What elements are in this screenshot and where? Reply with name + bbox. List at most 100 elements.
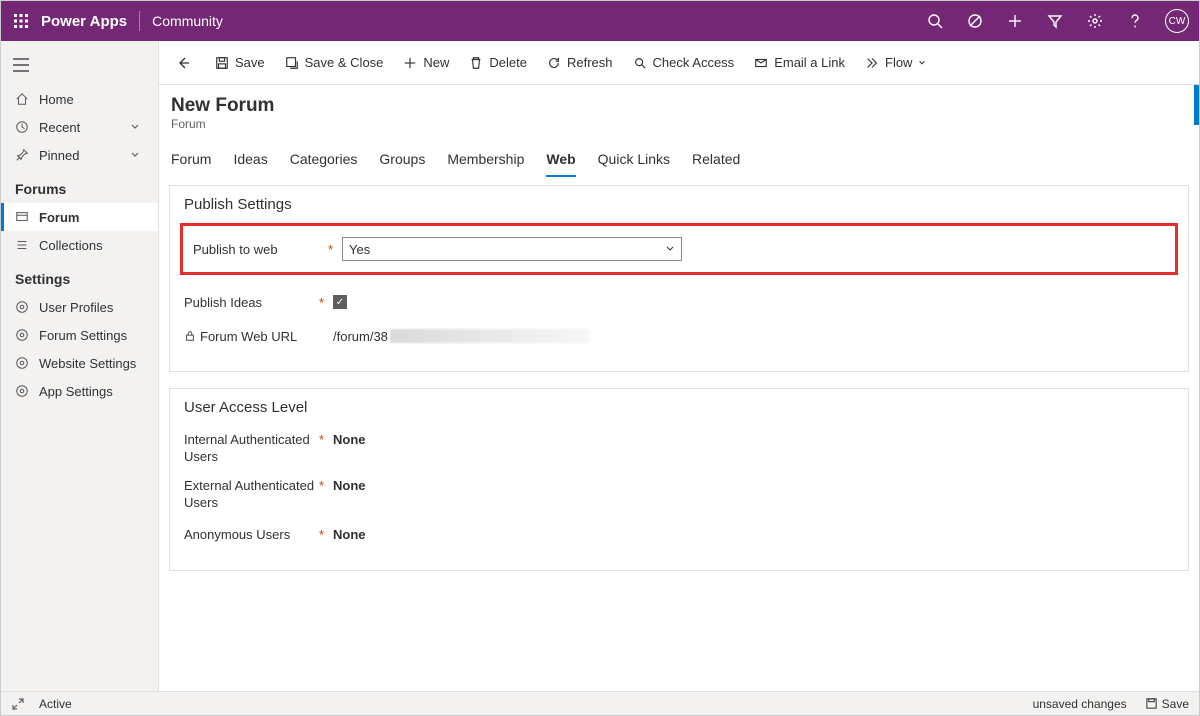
sidebar-item-label: Website Settings	[39, 356, 136, 371]
status-bar: Active unsaved changes Save	[1, 691, 1199, 715]
check-access-button[interactable]: Check Access	[623, 47, 745, 79]
required-marker: *	[319, 432, 333, 447]
cmd-label: Delete	[489, 55, 527, 70]
trash-icon	[469, 56, 483, 70]
chevron-down-icon	[665, 244, 675, 254]
tab-web[interactable]: Web	[546, 143, 575, 177]
gear-icon	[15, 384, 29, 398]
plus-icon	[403, 56, 417, 70]
user-avatar[interactable]: CW	[1165, 9, 1189, 33]
publish-ideas-label: Publish Ideas	[184, 295, 319, 310]
scrollbar-thumb[interactable]	[1194, 85, 1199, 125]
sidebar-item-app-settings[interactable]: App Settings	[1, 377, 158, 405]
sidebar-home[interactable]: Home	[1, 85, 158, 113]
forum-icon	[15, 210, 29, 224]
email-link-button[interactable]: Email a Link	[744, 47, 855, 79]
internal-users-label: Internal Authenticated Users	[184, 432, 319, 466]
sidebar-item-collections[interactable]: Collections	[1, 231, 158, 259]
list-icon	[15, 238, 29, 252]
refresh-button[interactable]: Refresh	[537, 47, 623, 79]
target-icon[interactable]	[955, 1, 995, 41]
pin-icon	[15, 148, 29, 162]
footer-save-button[interactable]: Save	[1145, 697, 1189, 711]
sidebar: Home Recent Pinned Forums Forum Collecti…	[1, 41, 159, 691]
required-marker: *	[328, 242, 342, 257]
app-header: Power Apps Community CW	[1, 1, 1199, 41]
save-button[interactable]: Save	[205, 47, 275, 79]
help-icon[interactable]	[1115, 1, 1155, 41]
refresh-icon	[547, 56, 561, 70]
sidebar-section-forums: Forums	[1, 169, 158, 203]
anonymous-users-value[interactable]: None	[333, 527, 366, 542]
sidebar-section-settings: Settings	[1, 259, 158, 293]
url-redacted	[390, 329, 590, 343]
back-button[interactable]	[167, 47, 199, 79]
mail-icon	[754, 56, 768, 70]
tab-categories[interactable]: Categories	[290, 143, 358, 177]
tab-forum[interactable]: Forum	[171, 143, 211, 177]
footer-status: Active	[39, 697, 72, 711]
app-launcher-icon[interactable]	[1, 1, 41, 41]
section-title: User Access Level	[170, 399, 1188, 426]
sidebar-item-forum[interactable]: Forum	[1, 203, 158, 231]
sidebar-item-label: Forum	[39, 210, 79, 225]
entity-name: Forum	[171, 117, 1187, 131]
command-bar: Save Save & Close New Delete Refresh	[159, 41, 1199, 85]
tab-quick-links[interactable]: Quick Links	[598, 143, 670, 177]
delete-button[interactable]: Delete	[459, 47, 537, 79]
sidebar-recent-label: Recent	[39, 120, 80, 135]
person-search-icon	[633, 56, 647, 70]
expand-icon[interactable]	[11, 697, 25, 711]
tab-groups[interactable]: Groups	[379, 143, 425, 177]
new-button[interactable]: New	[393, 47, 459, 79]
app-title: Power Apps	[41, 13, 139, 30]
external-users-label: External Authenticated Users	[184, 478, 319, 512]
forum-web-url-value: /forum/38	[333, 329, 388, 344]
content-area: Save Save & Close New Delete Refresh	[159, 41, 1199, 691]
hamburger-icon[interactable]	[1, 45, 41, 85]
tab-ideas[interactable]: Ideas	[233, 143, 267, 177]
add-icon[interactable]	[995, 1, 1035, 41]
publish-to-web-select[interactable]: Yes	[342, 237, 682, 261]
sidebar-recent[interactable]: Recent	[1, 113, 158, 141]
tab-related[interactable]: Related	[692, 143, 740, 177]
cmd-label: Save & Close	[305, 55, 384, 70]
required-marker: *	[319, 478, 333, 493]
filter-icon[interactable]	[1035, 1, 1075, 41]
highlight-box: Publish to web * Yes	[180, 223, 1178, 275]
sidebar-item-user-profiles[interactable]: User Profiles	[1, 293, 158, 321]
sidebar-home-label: Home	[39, 92, 74, 107]
tab-membership[interactable]: Membership	[447, 143, 524, 177]
lock-icon	[184, 330, 196, 342]
footer-save-label: Save	[1162, 697, 1189, 711]
sidebar-pinned[interactable]: Pinned	[1, 141, 158, 169]
cmd-label: Email a Link	[774, 55, 845, 70]
sidebar-item-forum-settings[interactable]: Forum Settings	[1, 321, 158, 349]
flow-button[interactable]: Flow	[855, 47, 936, 79]
cmd-label: Save	[235, 55, 265, 70]
sidebar-item-label: Forum Settings	[39, 328, 127, 343]
forum-web-url-label: Forum Web URL	[184, 329, 319, 344]
gear-icon	[15, 328, 29, 342]
sidebar-item-label: User Profiles	[39, 300, 113, 315]
app-sub-label: Community	[140, 13, 223, 29]
section-publish-settings: Publish Settings Publish to web * Yes	[169, 185, 1189, 372]
sidebar-item-label: Collections	[39, 238, 103, 253]
publish-ideas-checkbox[interactable]: ✓	[333, 295, 347, 309]
page-title: New Forum	[171, 95, 1187, 117]
sidebar-item-website-settings[interactable]: Website Settings	[1, 349, 158, 377]
internal-users-value[interactable]: None	[333, 432, 366, 447]
save-icon	[215, 56, 229, 70]
settings-icon[interactable]	[1075, 1, 1115, 41]
save-close-icon	[285, 56, 299, 70]
gear-icon	[15, 300, 29, 314]
footer-unsaved: unsaved changes	[1033, 697, 1127, 711]
save-icon	[1145, 697, 1158, 710]
search-icon[interactable]	[915, 1, 955, 41]
flow-icon	[865, 56, 879, 70]
required-marker: *	[319, 527, 333, 542]
cmd-label: Refresh	[567, 55, 613, 70]
chevron-down-icon	[130, 150, 140, 160]
save-close-button[interactable]: Save & Close	[275, 47, 394, 79]
external-users-value[interactable]: None	[333, 478, 366, 493]
